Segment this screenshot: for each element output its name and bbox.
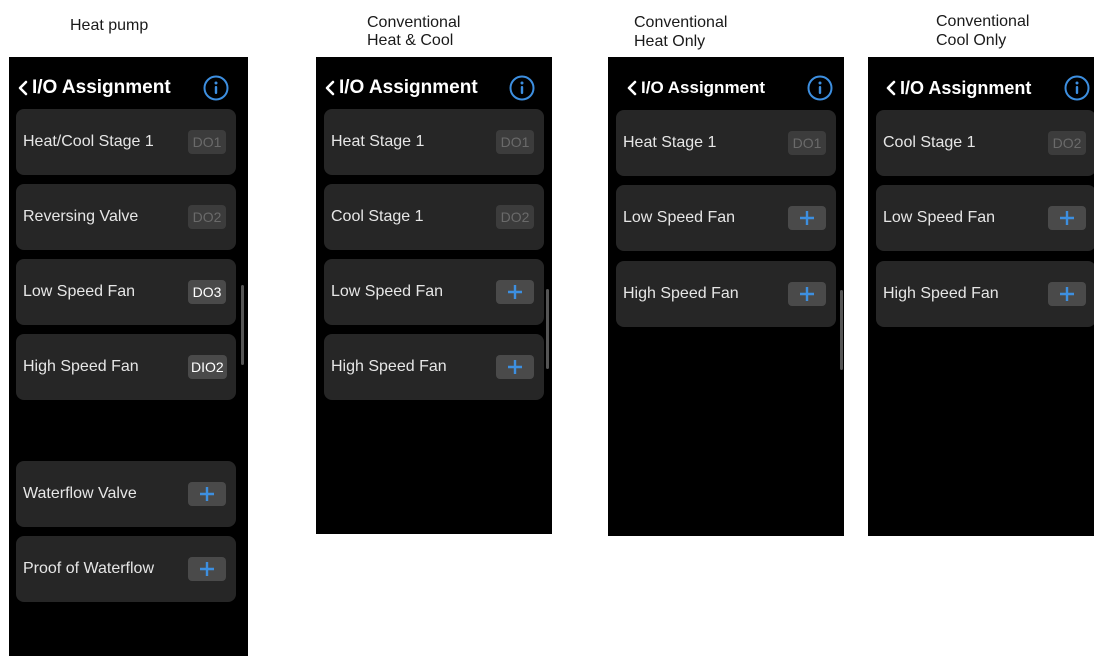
io-item-label: Reversing Valve [23,208,139,225]
scrollbar[interactable] [840,290,843,370]
back-chevron-icon[interactable] [324,80,336,96]
cool-only-caption-line2: Cool Only [936,32,1007,49]
io-item-heat-stage-1[interactable]: Heat Stage 1 DO1 [616,110,836,176]
heat-cool-caption-line1: Conventional [367,14,461,31]
io-item-label: High Speed Fan [883,285,999,302]
cool-only-caption-line1: Conventional [936,13,1030,30]
cool-only-screen: I/O Assignment Cool Stage 1 DO2 Low Spee… [868,57,1094,536]
io-item-label: Cool Stage 1 [883,134,976,151]
io-item-low-speed-fan[interactable]: Low Speed Fan DO3 [16,259,236,325]
io-item-low-speed-fan[interactable]: Low Speed Fan [876,185,1094,251]
io-badge[interactable]: DO3 [188,280,226,304]
io-item-heat-cool-stage-1[interactable]: Heat/Cool Stage 1 DO1 [16,109,236,175]
io-item-low-speed-fan[interactable]: Low Speed Fan [324,259,544,325]
io-item-label: High Speed Fan [331,358,447,375]
io-item-proof-of-waterflow[interactable]: Proof of Waterflow [16,536,236,602]
header: I/O Assignment [608,73,844,103]
io-item-label: Heat/Cool Stage 1 [23,133,154,150]
plus-icon [200,562,214,576]
io-item-label: Heat Stage 1 [623,134,717,151]
io-item-cool-stage-1[interactable]: Cool Stage 1 DO2 [324,184,544,250]
io-item-high-speed-fan[interactable]: High Speed Fan [324,334,544,400]
plus-icon [1060,287,1074,301]
page-title: I/O Assignment [32,77,171,98]
io-item-label: Heat Stage 1 [331,133,425,150]
io-badge[interactable]: DO1 [496,130,534,154]
io-item-label: High Speed Fan [623,285,739,302]
io-badge[interactable]: DO2 [496,205,534,229]
plus-icon [800,211,814,225]
info-icon[interactable] [203,75,229,101]
heat-only-caption-line2: Heat Only [634,33,706,50]
scrollbar[interactable] [546,289,549,369]
back-chevron-icon[interactable] [17,80,29,96]
io-item-label: Low Speed Fan [883,209,996,226]
add-button[interactable] [496,280,534,304]
header: I/O Assignment [868,73,1094,103]
plus-icon [200,487,214,501]
page-title: I/O Assignment [641,78,766,97]
plus-icon [508,285,522,299]
io-item-label: Cool Stage 1 [331,208,424,225]
back-chevron-icon[interactable] [885,80,897,96]
plus-icon [800,287,814,301]
io-badge[interactable]: DIO2 [188,355,227,379]
io-item-label: Waterflow Valve [23,485,137,502]
io-item-heat-stage-1[interactable]: Heat Stage 1 DO1 [324,109,544,175]
io-badge[interactable]: DO2 [188,205,226,229]
add-button[interactable] [496,355,534,379]
add-button[interactable] [788,206,826,230]
info-icon[interactable] [509,75,535,101]
scrollbar[interactable] [241,285,244,365]
io-item-waterflow-valve[interactable]: Waterflow Valve [16,461,236,527]
io-item-label: Low Speed Fan [23,283,136,300]
io-badge[interactable]: DO1 [188,130,226,154]
info-icon[interactable] [1064,75,1090,101]
add-button[interactable] [788,282,826,306]
io-item-reversing-valve[interactable]: Reversing Valve DO2 [16,184,236,250]
plus-icon [508,360,522,374]
add-button[interactable] [188,557,226,581]
heat-pump-caption: Heat pump [70,17,149,34]
io-item-label: Proof of Waterflow [23,560,155,577]
io-item-high-speed-fan[interactable]: High Speed Fan [616,261,836,327]
heat-only-caption-line1: Conventional [634,14,728,31]
io-badge[interactable]: DO1 [788,131,826,155]
io-item-high-speed-fan[interactable]: High Speed Fan DIO2 [16,334,236,400]
io-item-label: Low Speed Fan [331,283,444,300]
header: I/O Assignment [316,73,552,103]
page-title: I/O Assignment [339,77,478,98]
io-item-label: High Speed Fan [23,358,139,375]
back-chevron-icon[interactable] [626,80,638,96]
io-item-label: Low Speed Fan [623,209,736,226]
add-button[interactable] [1048,282,1086,306]
add-button[interactable] [1048,206,1086,230]
header: I/O Assignment [9,73,248,103]
io-item-high-speed-fan[interactable]: High Speed Fan [876,261,1094,327]
info-icon[interactable] [807,75,833,101]
heat-cool-screen: I/O Assignment Heat Stage 1 DO1 Cool Sta… [316,57,552,534]
plus-icon [1060,211,1074,225]
heat-cool-caption-line2: Heat & Cool [367,32,454,49]
io-item-low-speed-fan[interactable]: Low Speed Fan [616,185,836,251]
io-item-cool-stage-1[interactable]: Cool Stage 1 DO2 [876,110,1094,176]
heat-pump-screen: I/O Assignment Heat/Cool Stage 1 DO1 Rev… [9,57,248,656]
io-badge[interactable]: DO2 [1048,131,1086,155]
page-title: I/O Assignment [900,78,1032,98]
add-button[interactable] [188,482,226,506]
heat-only-screen: I/O Assignment Heat Stage 1 DO1 Low Spee… [608,57,844,536]
